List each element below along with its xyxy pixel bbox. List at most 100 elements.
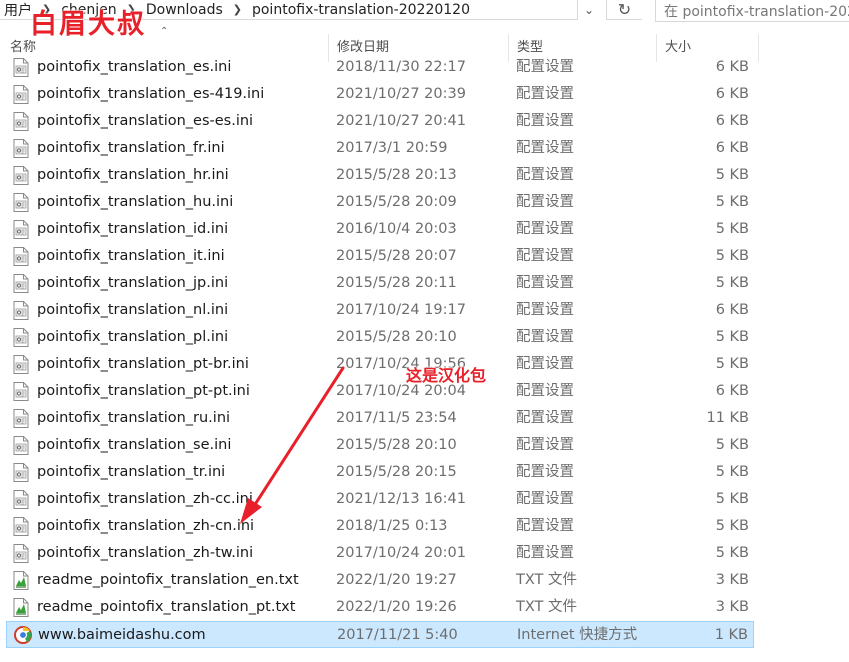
chevron-right-icon[interactable]: ❯ [227, 3, 248, 16]
search-input[interactable]: 在 pointofix-translation-20220120 中搜索 [655, 0, 849, 22]
file-name: readme_pointofix_translation_en.txt [37, 572, 299, 588]
file-name: pointofix_translation_it.ini [37, 248, 225, 264]
file-type: 配置设置 [516, 518, 574, 534]
ini-file-icon [13, 112, 29, 131]
file-type: 配置设置 [516, 302, 574, 318]
file-size: 6 KB [715, 140, 749, 156]
ini-file-icon [13, 490, 29, 509]
breadcrumb-item-folder[interactable]: pointofix-translation-20220120 [248, 2, 474, 18]
file-name: pointofix_translation_id.ini [37, 221, 229, 237]
file-row[interactable]: pointofix_translation_pt-pt.ini 2017/10/2… [6, 378, 754, 405]
file-row[interactable]: www.baimeidashu.com 2017/11/21 5:40 Intern… [6, 621, 754, 648]
file-name: pointofix_translation_fr.ini [37, 140, 225, 156]
file-size: 5 KB [715, 248, 749, 264]
internet-shortcut-icon [14, 626, 32, 645]
file-size: 5 KB [715, 329, 749, 345]
ini-file-icon [13, 139, 29, 158]
file-size: 5 KB [715, 491, 749, 507]
file-date: 2015/5/28 20:13 [336, 167, 457, 183]
file-row[interactable]: pointofix_translation_pl.ini 2015/5/28 20… [6, 324, 754, 351]
file-type: 配置设置 [516, 167, 574, 183]
file-type: 配置设置 [516, 59, 574, 75]
file-date: 2017/10/24 20:01 [336, 545, 466, 561]
file-row[interactable]: pointofix_translation_it.ini 2015/5/28 20… [6, 243, 754, 270]
file-name: pointofix_translation_ru.ini [37, 410, 231, 426]
text-file-icon [13, 598, 29, 617]
ini-file-icon [13, 517, 29, 536]
file-type: 配置设置 [516, 86, 574, 102]
file-row[interactable]: pointofix_translation_hu.ini 2015/5/28 20… [6, 189, 754, 216]
file-type: TXT 文件 [516, 572, 578, 588]
file-row[interactable]: pointofix_translation_ru.ini 2017/11/5 23… [6, 405, 754, 432]
file-type: 配置设置 [516, 140, 574, 156]
file-name: pointofix_translation_hu.ini [37, 194, 234, 210]
ini-file-icon [13, 220, 29, 239]
file-date: 2021/10/27 20:39 [336, 86, 466, 102]
file-size: 5 KB [715, 275, 749, 291]
file-size: 6 KB [715, 383, 749, 399]
file-name: pointofix_translation_zh-tw.ini [37, 545, 254, 561]
file-size: 5 KB [715, 194, 749, 210]
file-date: 2017/11/21 5:40 [337, 627, 458, 643]
address-history-dropdown[interactable]: ⌄ [578, 0, 600, 20]
file-date: 2018/1/25 0:13 [336, 518, 448, 534]
file-size: 3 KB [715, 572, 749, 588]
file-type: 配置设置 [516, 545, 574, 561]
file-name: pointofix_translation_pt-pt.ini [37, 383, 250, 399]
ini-file-icon [13, 409, 29, 428]
file-type: 配置设置 [516, 113, 574, 129]
file-row[interactable]: pointofix_translation_tr.ini 2015/5/28 20… [6, 459, 754, 486]
file-row[interactable]: pointofix_translation_jp.ini 2015/5/28 20… [6, 270, 754, 297]
file-name: www.baimeidashu.com [38, 627, 206, 643]
refresh-icon[interactable]: ↻ [618, 0, 631, 19]
ini-file-icon [13, 544, 29, 563]
file-size: 6 KB [715, 86, 749, 102]
file-row[interactable]: pointofix_translation_es-419.ini 2021/10/… [6, 81, 754, 108]
file-row[interactable]: readme_pointofix_translation_pt.txt 2022/… [6, 594, 754, 621]
file-row[interactable]: pointofix_translation_es.ini 2018/11/30 2… [6, 54, 754, 81]
ini-file-icon [13, 436, 29, 455]
file-row[interactable]: pointofix_translation_pt-br.ini 2017/10/2… [6, 351, 754, 378]
search-placeholder: 在 pointofix-translation-20220120 中搜索 [664, 3, 849, 20]
file-row[interactable]: pointofix_translation_fr.ini 2017/3/1 20:… [6, 135, 754, 162]
file-type: 配置设置 [516, 221, 574, 237]
ini-file-icon [13, 463, 29, 482]
file-date: 2015/5/28 20:11 [336, 275, 457, 291]
file-date: 2022/1/20 19:27 [336, 572, 457, 588]
file-date: 2018/11/30 22:17 [336, 59, 466, 75]
file-size: 6 KB [715, 59, 749, 75]
file-name: pointofix_translation_es-419.ini [37, 86, 265, 102]
chevron-down-icon[interactable]: ⌄ [584, 3, 594, 17]
breadcrumb-item-downloads[interactable]: Downloads [142, 2, 227, 18]
file-row[interactable]: pointofix_translation_id.ini 2016/10/4 20… [6, 216, 754, 243]
refresh-button[interactable]: ↻ [606, 0, 642, 20]
file-row[interactable]: pointofix_translation_zh-tw.ini 2017/10/2… [6, 540, 754, 567]
ini-file-icon [13, 355, 29, 374]
file-row[interactable]: pointofix_translation_hr.ini 2015/5/28 20… [6, 162, 754, 189]
file-row[interactable]: pointofix_translation_es-es.ini 2021/10/2… [6, 108, 754, 135]
file-row[interactable]: pointofix_translation_se.ini 2015/5/28 20… [6, 432, 754, 459]
annotation-label: 这是汉化包 [406, 366, 487, 385]
file-size: 6 KB [715, 302, 749, 318]
ini-file-icon [13, 301, 29, 320]
file-size: 3 KB [715, 599, 749, 615]
ini-file-icon [13, 274, 29, 293]
file-date: 2021/10/27 20:41 [336, 113, 466, 129]
file-type: 配置设置 [516, 464, 574, 480]
file-date: 2015/5/28 20:10 [336, 437, 457, 453]
file-type: 配置设置 [516, 275, 574, 291]
file-name: readme_pointofix_translation_pt.txt [37, 599, 296, 615]
file-name: pointofix_translation_se.ini [37, 437, 232, 453]
file-row[interactable]: pointofix_translation_nl.ini 2017/10/24 1… [6, 297, 754, 324]
file-size: 5 KB [715, 221, 749, 237]
file-date: 2017/11/5 23:54 [336, 410, 457, 426]
file-name: pointofix_translation_es-es.ini [37, 113, 254, 129]
file-type: 配置设置 [516, 437, 574, 453]
file-row[interactable]: pointofix_translation_zh-cc.ini 2021/12/1… [6, 486, 754, 513]
file-row[interactable]: readme_pointofix_translation_en.txt 2022/… [6, 567, 754, 594]
file-type: 配置设置 [516, 194, 574, 210]
text-file-icon [13, 571, 29, 590]
file-row[interactable]: pointofix_translation_zh-cn.ini 2018/1/25… [6, 513, 754, 540]
file-name: pointofix_translation_jp.ini [37, 275, 229, 291]
ini-file-icon [13, 328, 29, 347]
